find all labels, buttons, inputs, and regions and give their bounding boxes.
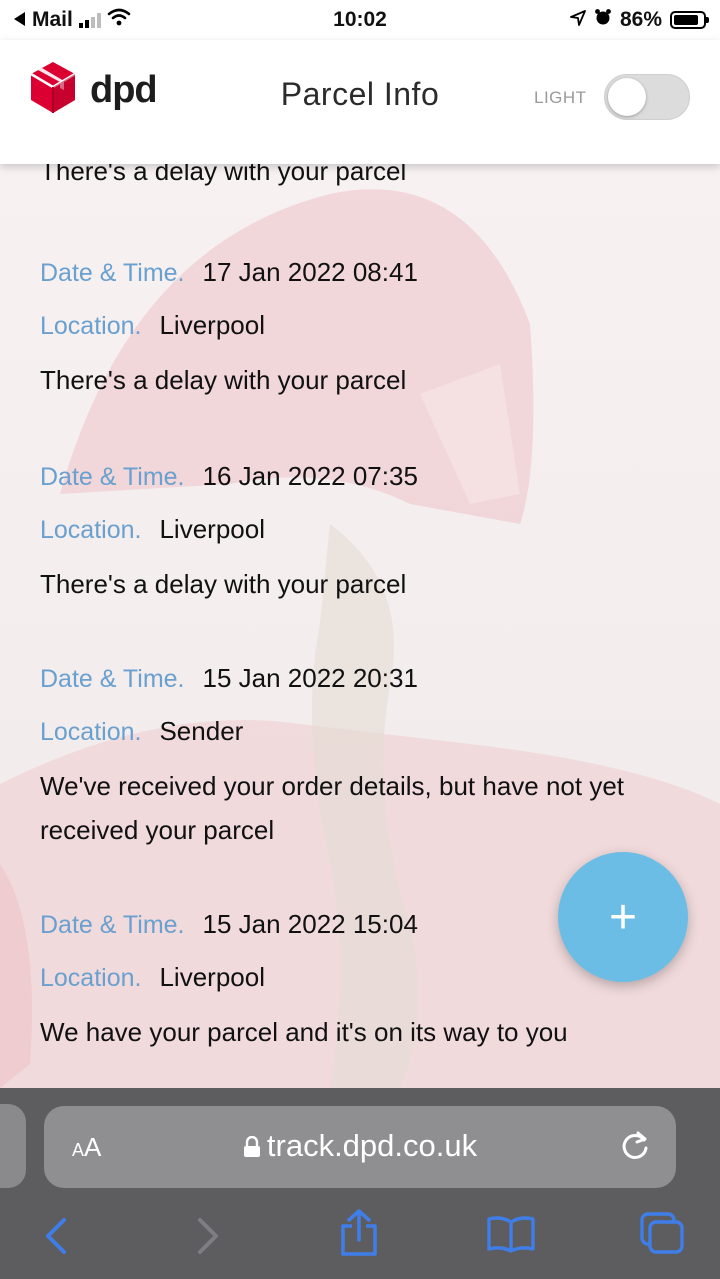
browser-bottom-bar: AA track.dpd.co.uk	[0, 1088, 720, 1279]
status-bar: Mail 10:02 86%	[0, 0, 720, 40]
event-location: Liverpool	[159, 514, 265, 544]
location-label: Location.	[40, 964, 142, 992]
date-label: Date & Time.	[40, 911, 185, 939]
theme-label: LIGHT	[534, 88, 587, 107]
theme-toggle[interactable]	[604, 74, 690, 120]
url-text: track.dpd.co.uk	[266, 1128, 478, 1163]
location-icon	[570, 8, 586, 32]
date-label: Date & Time.	[40, 665, 185, 693]
battery-percent: 86%	[619, 8, 662, 31]
event-location: Liverpool	[159, 962, 265, 992]
location-label: Location.	[40, 312, 142, 340]
event-message: There's a delay with your parcel	[40, 365, 407, 395]
event-item: Date & Time. 15 Jan 2022 20:31 Location. S…	[40, 658, 680, 852]
back-icon[interactable]	[40, 1216, 70, 1261]
location-label: Location.	[40, 718, 142, 746]
location-label: Location.	[40, 516, 142, 544]
battery-icon	[670, 11, 709, 29]
add-fab-button[interactable]: +	[558, 852, 688, 982]
lock-icon	[243, 1130, 261, 1166]
forward-icon[interactable]	[194, 1216, 224, 1261]
share-icon[interactable]	[338, 1208, 380, 1263]
event-datetime: 16 Jan 2022 07:35	[202, 461, 418, 491]
event-item: Date & Time. 17 Jan 2022 08:41 Location. L…	[40, 252, 680, 402]
toggle-knob	[608, 78, 646, 116]
partial-event-message: There's a delay with your parcel	[40, 164, 407, 186]
event-message: We have your parcel and it's on its way …	[40, 1017, 568, 1047]
event-location: Sender	[159, 716, 244, 746]
bookmarks-icon[interactable]	[486, 1214, 536, 1259]
event-datetime: 15 Jan 2022 15:04	[202, 909, 418, 939]
event-datetime: 17 Jan 2022 08:41	[202, 257, 418, 287]
url-display[interactable]: track.dpd.co.uk	[44, 1128, 676, 1166]
browser-toolbar	[0, 1200, 720, 1270]
event-message: There's a delay with your parcel	[40, 569, 407, 599]
reload-icon[interactable]	[618, 1128, 652, 1167]
event-location: Liverpool	[159, 310, 265, 340]
date-label: Date & Time.	[40, 463, 185, 491]
previous-tab-peek[interactable]	[0, 1104, 26, 1188]
status-right: 86%	[570, 8, 709, 32]
event-datetime: 15 Jan 2022 20:31	[202, 663, 418, 693]
app-header: dpd Parcel Info LIGHT	[0, 40, 720, 164]
event-message: We've received your order details, but h…	[40, 771, 625, 845]
tabs-icon[interactable]	[638, 1210, 686, 1261]
event-item: Date & Time. 16 Jan 2022 07:35 Location. L…	[40, 456, 680, 606]
date-label: Date & Time.	[40, 259, 185, 287]
alarm-icon	[594, 8, 612, 32]
address-bar[interactable]: AA track.dpd.co.uk	[44, 1106, 676, 1188]
